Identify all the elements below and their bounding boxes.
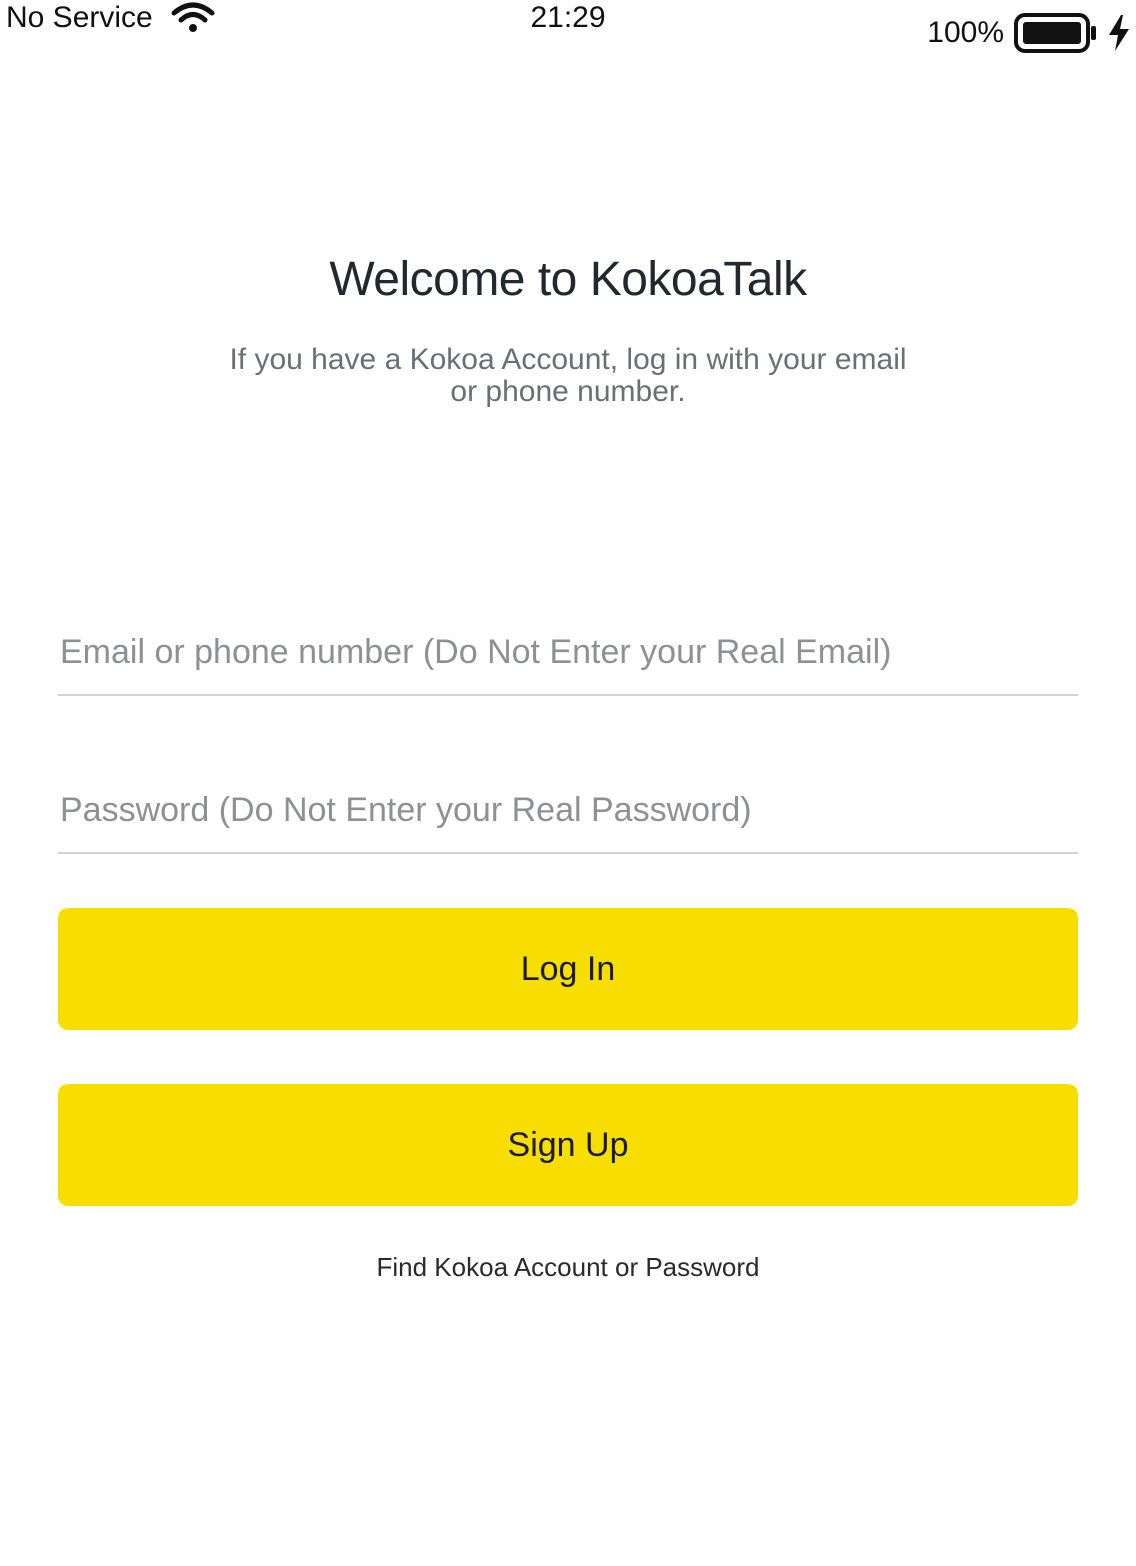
- page-subtitle: If you have a Kokoa Account, log in with…: [229, 343, 907, 408]
- battery-percent: 100%: [927, 16, 1004, 49]
- status-bar-right: 100%: [927, 12, 1130, 54]
- login-button[interactable]: Log In: [58, 908, 1078, 1030]
- battery-icon: [1014, 12, 1098, 54]
- password-field-container: [58, 772, 1080, 854]
- signup-button[interactable]: Sign Up: [58, 1084, 1078, 1206]
- email-field-container: [58, 614, 1080, 696]
- charging-bolt-icon: [1108, 15, 1130, 51]
- page-title: Welcome to KokoaTalk: [329, 253, 807, 306]
- find-account-link[interactable]: Find Kokoa Account or Password: [0, 1252, 1136, 1283]
- password-input[interactable]: [58, 780, 1080, 840]
- email-input[interactable]: [58, 622, 1080, 682]
